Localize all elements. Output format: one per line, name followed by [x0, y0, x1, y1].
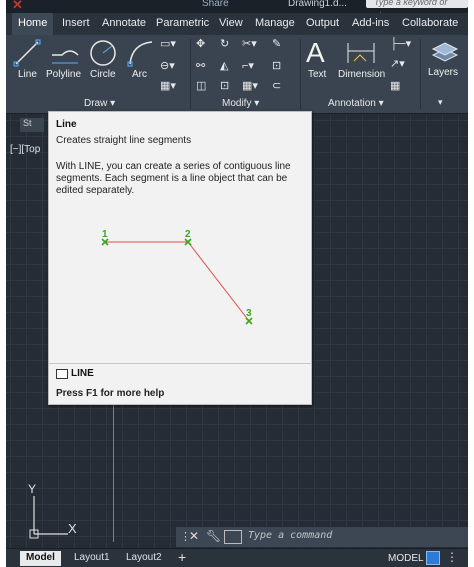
layers-button[interactable]: Layers	[428, 67, 458, 78]
add-layout-button[interactable]: +	[178, 549, 186, 565]
ucs-y-label: Y	[28, 482, 37, 496]
line-icon[interactable]	[12, 38, 42, 71]
model-space-button[interactable]: MODEL	[388, 553, 424, 564]
diagram-point-label: 1	[102, 229, 108, 240]
tab-add-ins[interactable]: Add-ins	[352, 17, 389, 29]
rectangle-icon[interactable]: ▭▾	[160, 37, 176, 50]
scale-icon[interactable]: ⊡	[220, 79, 229, 92]
array-icon[interactable]: ▦▾	[242, 79, 258, 92]
copy-icon[interactable]: ⚯	[196, 59, 205, 72]
ribbon-tab-bar: Home Insert Annotate Parametric View Man…	[6, 13, 468, 35]
tooltip-help: Press F1 for more help	[56, 388, 165, 399]
dimension-button[interactable]: Dimension	[338, 69, 385, 80]
arc-icon[interactable]	[126, 38, 156, 71]
tab-model[interactable]: Model	[20, 551, 61, 566]
document-tab[interactable]: St	[20, 118, 44, 132]
polyline-icon[interactable]	[48, 41, 82, 70]
viewport-controls[interactable]: [−][Top	[10, 144, 40, 155]
search-input[interactable]: Type a keyword or phrase	[366, 0, 468, 20]
line-diagram: 1 2 3	[101, 229, 253, 325]
command-input[interactable]: Type a command	[248, 530, 332, 541]
line-button[interactable]: Line	[18, 69, 37, 80]
ucs-x-label: X	[68, 521, 77, 536]
document-title: Drawing1.d...	[288, 0, 347, 9]
polyline-button[interactable]: Polyline	[46, 69, 81, 80]
tab-output[interactable]: Output	[306, 17, 339, 29]
tab-collaborate[interactable]: Collaborate	[402, 17, 458, 29]
arc-button[interactable]: Arc	[132, 69, 147, 80]
hatch-icon[interactable]: ⊖▾	[160, 59, 175, 72]
tooltip-title: Line	[56, 119, 77, 130]
tab-home[interactable]: Home	[12, 13, 54, 35]
close-icon[interactable]: ✕	[189, 529, 199, 543]
tooltip-subtitle: Creates straight line segments	[56, 135, 192, 146]
dimension-icon[interactable]	[346, 39, 376, 68]
circle-button[interactable]: Circle	[90, 69, 116, 80]
crosshair-vertical	[113, 402, 114, 542]
tooltip-command: LINE	[71, 368, 94, 379]
tab-view[interactable]: View	[219, 17, 243, 29]
app-menu-icon[interactable]: ✕	[12, 0, 23, 13]
tooltip-description: With LINE, you can create a series of co…	[56, 161, 291, 196]
command-line: ⋮ ✕ 🔧︎ Type a command	[176, 527, 468, 547]
erase-icon[interactable]: ✎	[272, 37, 281, 50]
tab-layout1[interactable]: Layout1	[68, 551, 116, 566]
diagram-segment	[187, 241, 250, 322]
tab-layout2[interactable]: Layout2	[120, 551, 168, 566]
text-icon[interactable]: A	[306, 37, 325, 69]
modify-panel-title[interactable]: Modify ▾	[222, 98, 259, 109]
fillet-icon[interactable]: ⌐▾	[242, 59, 254, 72]
trim-icon[interactable]: ✂▾	[242, 37, 257, 50]
layers-icon[interactable]	[430, 39, 460, 66]
annotation-panel-title[interactable]: Annotation ▾	[328, 98, 384, 109]
grid-toggle-icon[interactable]	[426, 551, 440, 565]
diagram-point-label: 3	[246, 308, 252, 319]
tab-parametric[interactable]: Parametric	[156, 17, 209, 29]
wrench-icon[interactable]: 🔧︎	[206, 529, 221, 543]
autocad-window: ✕ Share Drawing1.d... Type a keyword or …	[6, 0, 468, 567]
stretch-icon[interactable]: ◫	[196, 79, 206, 92]
share-button[interactable]: Share	[202, 0, 229, 9]
tooltip-divider	[49, 363, 311, 364]
recent-commands-icon[interactable]	[224, 530, 242, 544]
leader-icon[interactable]: ↗▾	[390, 57, 405, 70]
annotation-table-icon[interactable]: ▦	[390, 79, 400, 92]
layers-expand-icon[interactable]: ▾	[438, 97, 443, 108]
move-icon[interactable]: ✥	[196, 37, 205, 50]
more-icon[interactable]: ⋮	[446, 550, 458, 564]
text-button[interactable]: Text	[308, 69, 326, 80]
tab-insert[interactable]: Insert	[62, 17, 90, 29]
title-bar: ✕ Share Drawing1.d... Type a keyword or …	[6, 0, 468, 20]
status-bar: Model Layout1 Layout2 + MODEL ⋮	[6, 548, 468, 567]
multileader-icon[interactable]: ├─▾	[390, 37, 411, 50]
tab-manage[interactable]: Manage	[255, 17, 295, 29]
command-icon	[56, 369, 68, 379]
table-icon[interactable]: ▦▾	[160, 79, 176, 92]
line-tooltip: Line Creates straight line segments With…	[48, 111, 312, 405]
tab-annotate[interactable]: Annotate	[102, 17, 146, 29]
draw-panel-title[interactable]: Draw ▾	[84, 98, 115, 109]
rotate-icon[interactable]: ↻	[220, 37, 229, 50]
explode-icon[interactable]: ⊡	[272, 59, 281, 72]
circle-icon[interactable]	[88, 38, 118, 71]
offset-icon[interactable]: ⊂	[272, 79, 281, 92]
diagram-point-label: 2	[185, 229, 191, 240]
mirror-icon[interactable]: ◭	[220, 59, 228, 72]
ribbon-panel: Line Polyline Circle Arc ▭▾ ⊖▾ ▦▾ ✥ ↻ ✂▾…	[6, 35, 468, 114]
